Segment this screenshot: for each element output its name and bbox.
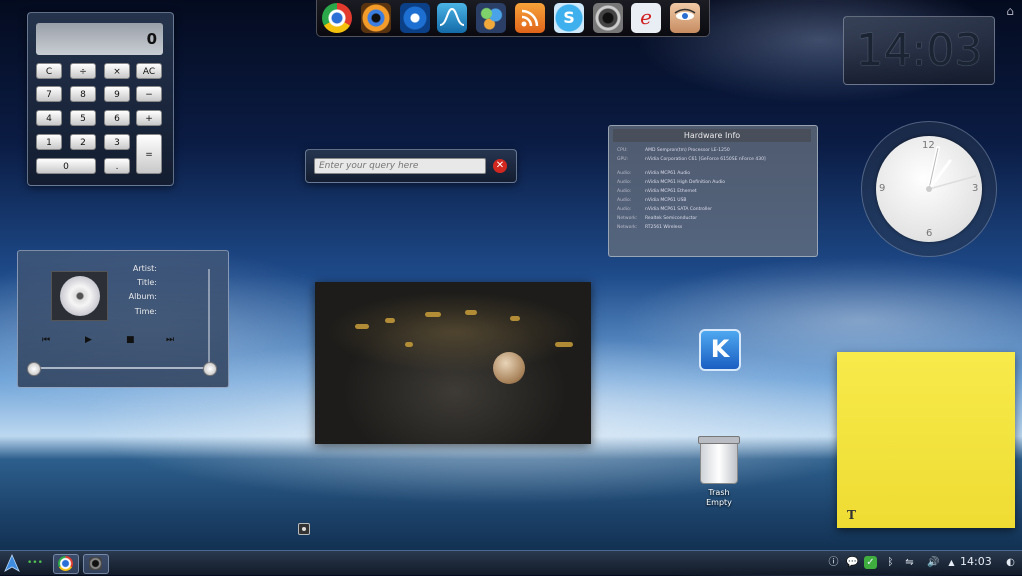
trash-status: Empty [706, 498, 732, 507]
artist-label: Artist: [132, 264, 157, 273]
update-check-icon[interactable]: ✓ [864, 556, 877, 569]
chat-icon[interactable]: 💬 [846, 556, 859, 569]
previous-button[interactable]: ⏮ [42, 335, 50, 345]
camera-icon [89, 557, 102, 570]
seek-slider-handle[interactable] [27, 362, 41, 376]
hardware-row: Audio: nVidia MCP61 Ethernet [617, 189, 697, 194]
desktop-toolbox-icon[interactable]: ⌂ [1002, 4, 1018, 20]
hardware-row: Network: Realtek Semiconductor [617, 216, 698, 221]
seek-slider-track[interactable] [32, 367, 212, 369]
calc-key-0[interactable]: 0 [36, 158, 96, 174]
search-input[interactable] [314, 158, 486, 174]
usb-icon[interactable]: ⇋ [903, 556, 916, 569]
calc-key-2[interactable]: 2 [70, 134, 96, 150]
camera-small-icon[interactable] [298, 523, 310, 535]
hardware-info-widget: Hardware Info CPU: AMD Sempron(tm) Proces… [608, 125, 818, 257]
chrome-icon[interactable] [322, 3, 352, 33]
photo-ball [493, 352, 525, 384]
calc-key-minus[interactable]: − [136, 86, 162, 102]
digital-clock-time: 14:03 [855, 25, 983, 76]
title-label: Title: [137, 278, 157, 287]
bluetooth-icon[interactable]: ᛒ [884, 556, 897, 569]
calc-key-multiply[interactable]: × [104, 63, 130, 79]
eye-icon[interactable] [361, 3, 391, 33]
messenger-icon[interactable] [476, 3, 506, 33]
trash-desktop-icon[interactable]: Trash Empty [693, 436, 745, 514]
bottom-panel: ••• ⓘ 💬 ✓ ᛒ ⇋ 🔊 ▲ 14:03 ◐ [0, 550, 1022, 575]
camera-icon[interactable] [593, 3, 623, 33]
pager-icon[interactable]: ••• [27, 554, 43, 572]
trash-label: Trash [708, 488, 730, 497]
hardware-row: CPU: AMD Sempron(tm) Processor LE-1250 [617, 148, 730, 153]
calc-key-equals[interactable]: = [136, 134, 162, 174]
photo-detail [355, 324, 369, 329]
chrome-icon [58, 556, 73, 571]
calc-key-clear[interactable]: C [36, 63, 62, 79]
edit-icon[interactable]: e [631, 3, 661, 33]
volume-slider-handle[interactable] [203, 362, 217, 376]
digital-clock-widget: 14:03 [843, 16, 995, 85]
hardware-row: Network: RT2561 Wireless [617, 225, 683, 230]
hardware-info-title: Hardware Info [613, 129, 811, 142]
calc-key-3[interactable]: 3 [104, 134, 130, 150]
photo-detail [465, 310, 477, 315]
text-format-icon[interactable]: T [847, 508, 856, 522]
taskbar-camera-button[interactable] [83, 554, 109, 574]
face-icon[interactable] [670, 3, 700, 33]
calc-key-dot[interactable]: . [104, 158, 130, 174]
clock-face: 12 3 6 9 [876, 136, 982, 242]
info-icon[interactable]: ⓘ [827, 556, 840, 569]
wave-icon[interactable] [437, 3, 467, 33]
clear-icon[interactable]: ✕ [493, 159, 507, 173]
app-dock: S e [316, 0, 710, 37]
picture-frame-widget [315, 282, 591, 444]
stop-button[interactable]: ■ [126, 335, 135, 345]
media-player-widget: Artist: Title: Album: Time: ⏮ ▶ ■ ⏭ [17, 250, 229, 388]
search-widget: ✕ [305, 149, 517, 183]
photo-detail [385, 318, 395, 323]
album-cover [51, 271, 108, 321]
rss-icon[interactable] [515, 3, 545, 33]
clock-hands [926, 146, 977, 192]
calc-key-divide[interactable]: ÷ [70, 63, 96, 79]
photo-detail [555, 342, 573, 347]
volume-slider-track[interactable] [208, 269, 210, 367]
calculator-widget: 0 C ÷ × AC 7 8 9 − 4 5 6 + 1 2 3 = 0 . [27, 12, 174, 186]
calc-key-7[interactable]: 7 [36, 86, 62, 102]
calc-key-6[interactable]: 6 [104, 110, 130, 126]
sticky-note-widget[interactable]: T [837, 352, 1015, 528]
analog-clock-widget: 12 3 6 9 [861, 121, 997, 257]
trash-icon [698, 436, 740, 484]
hardware-row: GPU: nVidia Corporation C61 [GeForce 6150… [617, 157, 766, 162]
hardware-row: Audio: nVidia MCP61 SATA Controller [617, 207, 712, 212]
calc-key-4[interactable]: 4 [36, 110, 62, 126]
photo-detail [510, 316, 520, 321]
skype-icon[interactable]: S [554, 3, 584, 33]
calc-key-plus[interactable]: + [136, 110, 162, 126]
photo-detail [405, 342, 413, 347]
next-button[interactable]: ⏭ [166, 335, 174, 345]
hardware-row: Audio: nVidia MCP61 High Definition Audio [617, 180, 726, 185]
calculator-display: 0 [36, 23, 163, 55]
calc-key-8[interactable]: 8 [70, 86, 96, 102]
play-button[interactable]: ▶ [85, 335, 92, 345]
panel-clock[interactable]: 14:03 [960, 555, 992, 568]
calc-key-9[interactable]: 9 [104, 86, 130, 102]
volume-icon[interactable]: 🔊 [927, 556, 940, 569]
tray-expand-icon[interactable]: ▲ [945, 556, 958, 569]
calc-key-5[interactable]: 5 [70, 110, 96, 126]
time-label: Time: [134, 307, 157, 316]
kde-icon[interactable]: K [699, 329, 741, 371]
settings-icon[interactable] [400, 3, 430, 33]
kickoff-launcher-icon[interactable] [4, 554, 20, 572]
hardware-row: Audio: nVidia MCP61 Audio [617, 171, 691, 176]
photo-detail [425, 312, 441, 317]
calc-key-1[interactable]: 1 [36, 134, 62, 150]
panel-toolbox-icon[interactable]: ◐ [1004, 556, 1017, 569]
disc-icon [60, 276, 100, 316]
calc-key-all-clear[interactable]: AC [136, 63, 162, 79]
hardware-row: Audio: nVidia MCP61 USB [617, 198, 687, 203]
album-label: Album: [128, 292, 157, 301]
taskbar-chrome-button[interactable] [53, 554, 79, 574]
